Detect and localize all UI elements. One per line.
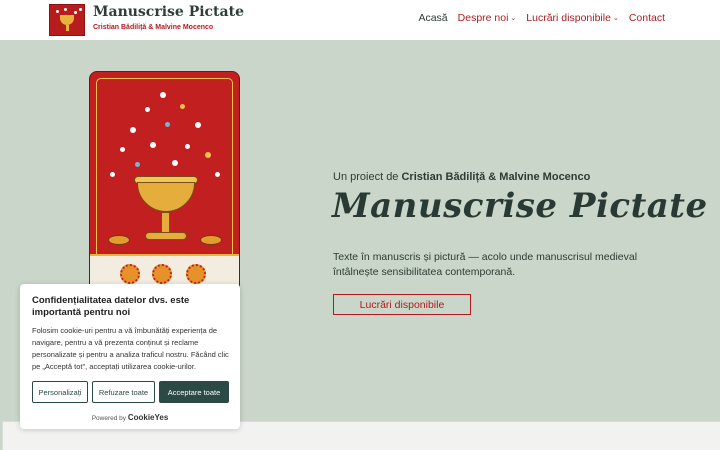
- nav-label: Contact: [628, 12, 665, 24]
- hero-painting-image: [89, 71, 240, 301]
- nav-item-lucrari-disponibile[interactable]: Lucrări disponibile ⌄: [526, 12, 619, 24]
- cookie-banner-text: Folosim cookie-uri pentru a vă îmbunătăț…: [32, 326, 229, 371]
- nav-item-acasa[interactable]: Acasă: [418, 12, 447, 24]
- hero-subtitle: Un proiect de Cristian Bădiliță & Malvin…: [333, 171, 590, 183]
- cookie-consent-banner: Confidențialitatea datelor dvs. este imp…: [20, 284, 240, 429]
- site-tagline: Cristian Bădiliță & Malvine Mocenco: [93, 24, 214, 31]
- site-title[interactable]: Manuscrise Pictate: [93, 4, 244, 20]
- nav-label: Acasă: [418, 12, 448, 24]
- nav-item-contact[interactable]: Contact: [629, 12, 665, 24]
- available-works-button[interactable]: Lucrări disponibile: [333, 294, 471, 315]
- cookie-button-group: Personalizați Refuzare toate Acceptare t…: [32, 381, 229, 403]
- powered-by-prefix: Powered by: [91, 415, 127, 422]
- main-nav: Acasă Despre noi ⌄ Lucrări disponibile ⌄…: [418, 12, 665, 24]
- cookie-powered-by: Powered by CookieYes: [20, 413, 240, 422]
- hero-subtitle-prefix: Un proiect de: [333, 171, 402, 183]
- nav-label: Despre noi: [457, 12, 509, 24]
- chevron-down-icon: ⌄: [612, 15, 619, 22]
- nav-item-despre-noi[interactable]: Despre noi ⌄: [458, 12, 517, 24]
- hero-title: Manuscrise Pictate: [332, 186, 708, 226]
- hero-description: Texte în manuscris și pictură — acolo un…: [333, 251, 638, 278]
- hero-subtitle-authors: Cristian Bădiliță & Malvine Mocenco: [401, 171, 591, 183]
- cookie-banner-title: Confidențialitatea datelor dvs. este imp…: [32, 295, 190, 318]
- cookie-accept-all-button[interactable]: Acceptare toate: [159, 381, 229, 403]
- cookie-reject-all-button[interactable]: Refuzare toate: [92, 381, 155, 403]
- nav-label: Lucrări disponibile: [526, 12, 611, 24]
- chevron-down-icon: ⌄: [510, 15, 517, 22]
- site-header: Manuscrise Pictate Cristian Bădiliță & M…: [0, 0, 720, 40]
- cookie-customize-button[interactable]: Personalizați: [32, 381, 88, 403]
- cookieyes-logo[interactable]: CookieYes: [128, 413, 168, 422]
- site-logo-icon[interactable]: [49, 4, 85, 36]
